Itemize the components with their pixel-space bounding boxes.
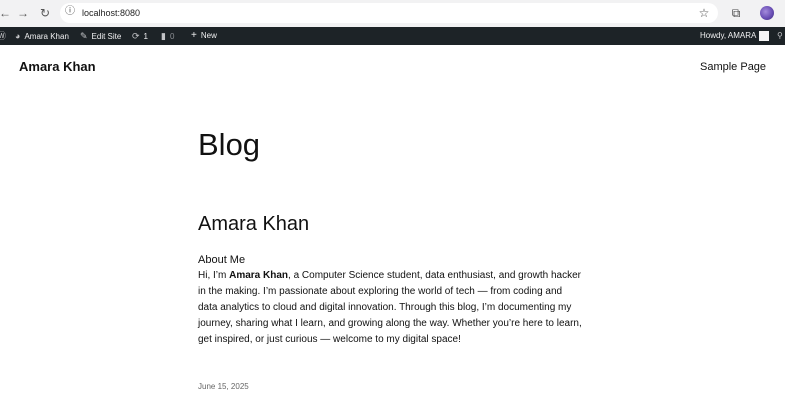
url-text: localhost:8080 bbox=[82, 8, 141, 18]
forward-icon[interactable]: → bbox=[14, 4, 32, 22]
address-bar[interactable]: ⓘ localhost:8080 bbox=[60, 3, 718, 23]
info-icon[interactable]: ⓘ bbox=[64, 6, 76, 18]
browser-toolbar: ← → ↻ ⓘ localhost:8080 ☆ ⧉ bbox=[0, 0, 785, 28]
about-heading: About Me bbox=[198, 254, 246, 266]
profile-avatar[interactable] bbox=[760, 6, 774, 20]
post-paragraph: Hi, I’m Amara Khan, a Computer Science s… bbox=[198, 270, 582, 345]
search-icon[interactable]: ⚲ bbox=[777, 27, 783, 45]
extensions-icon[interactable]: ⧉ bbox=[727, 4, 745, 22]
comments-link[interactable]: ▮ 0 bbox=[161, 27, 174, 45]
new-content-link[interactable]: + New bbox=[191, 27, 217, 45]
wp-logo-icon[interactable]: Ⓦ bbox=[0, 27, 10, 45]
post-date: June 15, 2025 bbox=[198, 382, 249, 391]
site-title[interactable]: Amara Khan bbox=[19, 58, 96, 75]
bookmark-star-icon[interactable]: ☆ bbox=[695, 4, 713, 22]
user-avatar[interactable] bbox=[759, 31, 769, 41]
reload-icon[interactable]: ↻ bbox=[36, 4, 54, 22]
updates-icon: ⟳ bbox=[132, 31, 140, 41]
updates-link[interactable]: ⟳ 1 bbox=[132, 27, 148, 45]
admin-site-name[interactable]: ◕ Amara Khan bbox=[15, 27, 69, 45]
comment-icon: ▮ bbox=[161, 31, 166, 41]
plus-icon: + bbox=[191, 30, 197, 41]
author-name: Amara Khan bbox=[229, 270, 289, 281]
brush-icon: ✎ bbox=[80, 31, 88, 41]
back-icon[interactable]: ← bbox=[0, 4, 14, 22]
page-title: Blog bbox=[198, 127, 261, 162]
howdy-account[interactable]: Howdy, AMARA bbox=[700, 27, 756, 45]
post-excerpt: About Me Hi, I’m Amara Khan, a Computer … bbox=[198, 253, 583, 348]
post-title[interactable]: Amara Khan bbox=[198, 212, 309, 236]
wp-admin-bar: Ⓦ ◕ Amara Khan ✎ Edit Site ⟳ 1 ▮ 0 + New Howd… bbox=[0, 27, 785, 45]
dashboard-icon: ◕ bbox=[15, 31, 21, 41]
nav-sample-page[interactable]: Sample Page bbox=[700, 60, 766, 75]
edit-site-link[interactable]: ✎ Edit Site bbox=[80, 27, 121, 45]
